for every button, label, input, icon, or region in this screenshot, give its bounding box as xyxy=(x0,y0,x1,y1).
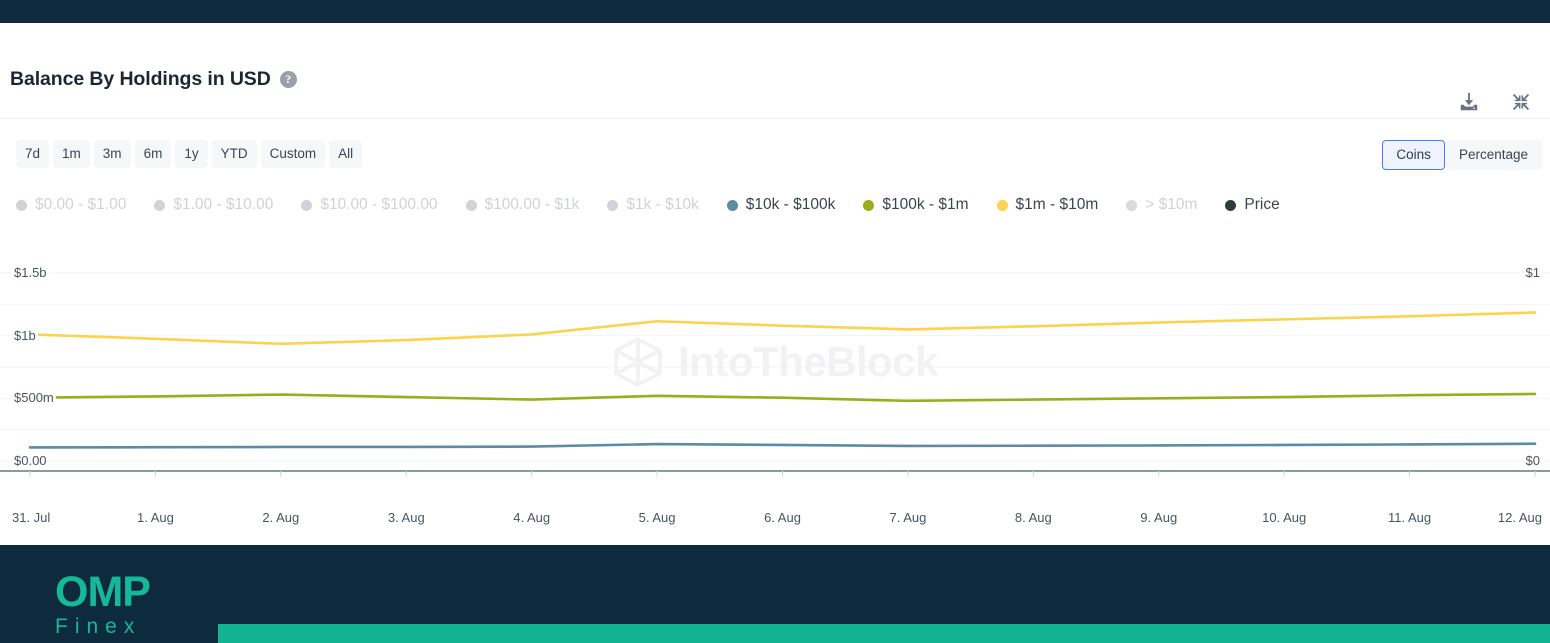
x-axis-tick-label: 11. Aug xyxy=(1388,510,1432,525)
unit-toggle-coins[interactable]: Coins xyxy=(1382,140,1445,170)
y-axis-tick-label: $1b xyxy=(12,327,38,343)
legend-item-label: $1k - $10k xyxy=(626,196,699,213)
x-axis-tick-label: 8. Aug xyxy=(1014,510,1052,525)
top-navigation-bar xyxy=(0,0,1550,23)
legend-item[interactable]: Price xyxy=(1225,196,1280,214)
card-header: Balance By Holdings in USD ? xyxy=(0,23,1550,119)
legend-color-dot xyxy=(154,199,166,211)
legend-item[interactable]: > $10m xyxy=(1126,196,1197,214)
legend-color-dot xyxy=(16,199,27,211)
legend-color-dot xyxy=(465,199,477,211)
x-axis-tick-label: 7. Aug xyxy=(889,510,927,525)
omp-finex-logo[interactable]: OMP Finex xyxy=(55,568,151,639)
page-title: Balance By Holdings in USD xyxy=(10,68,271,90)
logo-primary-text: OMP xyxy=(55,568,151,616)
price-axis-tick-label: $0 xyxy=(1523,453,1542,468)
legend-color-dot xyxy=(726,199,738,211)
x-axis-tick-label: 5. Aug xyxy=(638,510,676,525)
range-button-6m[interactable]: 6m xyxy=(134,140,172,168)
legend-item[interactable]: $1m - $10m xyxy=(996,196,1099,214)
legend-item-label: $1.00 - $10.00 xyxy=(173,196,274,213)
chart-line-series xyxy=(28,311,1537,346)
range-button-7d[interactable]: 7d xyxy=(16,140,50,168)
download-icon[interactable] xyxy=(1458,91,1480,113)
x-axis-tick-label: 12. Aug xyxy=(1497,510,1542,525)
time-range-selector: 7d 1m 3m 6m 1y YTD Custom All xyxy=(16,140,363,168)
legend-item[interactable]: $1k - $10k xyxy=(607,196,699,214)
legend-color-dot xyxy=(863,199,875,211)
range-button-1m[interactable]: 1m xyxy=(53,140,90,168)
balance-by-holdings-widget: Balance By Holdings in USD ? 7d 1m 3m 6m… xyxy=(0,0,1550,643)
chart-line-series xyxy=(28,392,1537,403)
chart-canvas xyxy=(0,272,1550,477)
question-mark-icon[interactable]: ? xyxy=(279,71,297,88)
legend-item-label: $100k - $1m xyxy=(882,196,969,213)
range-button-custom[interactable]: Custom xyxy=(260,140,326,168)
unit-toggle-percentage[interactable]: Percentage xyxy=(1444,140,1542,170)
range-button-all[interactable]: All xyxy=(329,140,363,168)
y-axis-tick-label: $0.00 xyxy=(12,453,49,468)
legend-item[interactable]: $10.00 - $100.00 xyxy=(301,196,438,214)
x-axis-tick-label: 4. Aug xyxy=(513,510,551,525)
legend-item-label: $0.00 - $1.00 xyxy=(35,196,127,213)
x-axis-tick-label: 9. Aug xyxy=(1140,510,1178,525)
legend-item[interactable]: $10k - $100k xyxy=(726,196,836,214)
chart-line-series xyxy=(28,442,1537,449)
price-axis-tick-label: $1 xyxy=(1523,265,1542,280)
y-axis-tick-label: $1.5b xyxy=(12,265,49,280)
legend-item-label: $1m - $10m xyxy=(1015,196,1099,213)
x-axis-labels: 31. Jul 1. Aug 2. Aug 3. Aug 4. Aug 5. Aug 6. … xyxy=(0,506,1550,532)
legend-item[interactable]: $1.00 - $10.00 xyxy=(154,196,273,214)
legend-color-dot xyxy=(1225,199,1237,211)
legend-item-label: Price xyxy=(1244,196,1280,213)
footer-accent-strip xyxy=(218,624,1550,643)
logo-secondary-text: Finex xyxy=(55,614,142,638)
controls-row: 7d 1m 3m 6m 1y YTD Custom All Coins Percentage xyxy=(0,140,1550,176)
legend-item[interactable]: $100k - $1m xyxy=(863,196,969,214)
x-axis-tick-label: 6. Aug xyxy=(764,510,801,525)
legend-item-label: $10k - $100k xyxy=(745,196,836,213)
title-row: Balance By Holdings in USD ? xyxy=(10,68,297,91)
legend-item-label: $10.00 - $100.00 xyxy=(320,196,438,213)
x-axis-tick-label: 2. Aug xyxy=(262,510,300,525)
x-axis-tick-label: 1. Aug xyxy=(136,510,174,525)
legend-color-dot xyxy=(301,199,313,211)
legend-item[interactable]: $100.00 - $1k xyxy=(465,196,580,214)
chart-legend: $0.00 - $1.00 $1.00 - $10.00 $10.00 - $100… xyxy=(16,196,1280,214)
x-axis-tick-label: 31. Jul xyxy=(12,510,51,525)
legend-item-label: > $10m xyxy=(1145,196,1198,213)
y-axis-tick-label: $500m xyxy=(12,390,56,406)
range-button-ytd[interactable]: YTD xyxy=(211,140,257,168)
collapse-icon[interactable] xyxy=(1510,91,1532,113)
legend-item-label: $100.00 - $1k xyxy=(484,196,580,213)
unit-toggle-group: Coins Percentage xyxy=(1382,140,1542,170)
legend-color-dot xyxy=(996,199,1008,211)
x-axis-tick-label: 3. Aug xyxy=(387,510,425,525)
range-button-3m[interactable]: 3m xyxy=(93,140,131,168)
header-actions xyxy=(1458,91,1532,113)
x-axis-tick-label: 10. Aug xyxy=(1262,510,1307,525)
range-button-1y[interactable]: 1y xyxy=(175,140,208,168)
legend-item[interactable]: $0.00 - $1.00 xyxy=(16,196,126,214)
chart-plot-area: IntoTheBlock $0.00 $500m $1b $1.5b $0 $1 xyxy=(0,258,1550,506)
legend-color-dot xyxy=(1126,199,1138,211)
legend-color-dot xyxy=(607,199,619,211)
